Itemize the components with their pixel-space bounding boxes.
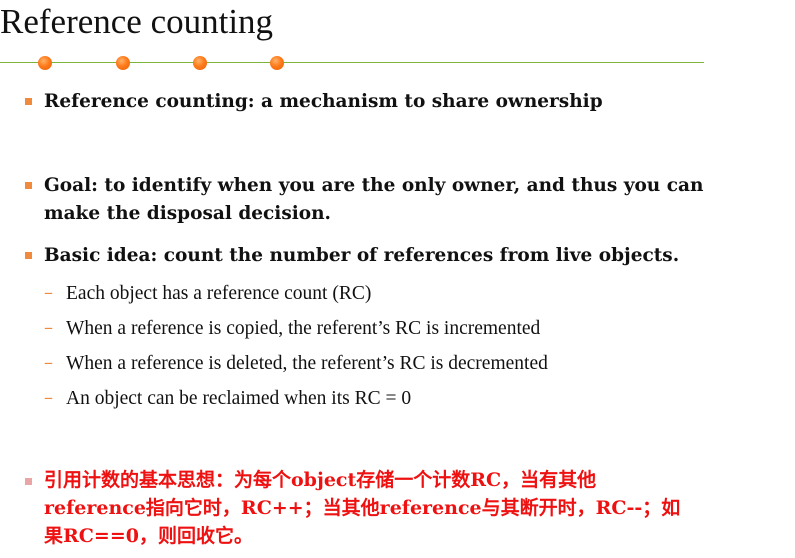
bullet-square-icon xyxy=(25,182,32,189)
bullet-square-icon xyxy=(25,478,32,485)
sub-bullet-dash-icon: – xyxy=(44,352,53,373)
bullet-text: Reference counting: a mechanism to share… xyxy=(44,91,603,112)
sub-item-text: When a reference is deleted, the referen… xyxy=(66,353,548,374)
decorative-dot xyxy=(116,56,130,70)
decorative-dot xyxy=(270,56,284,70)
sub-bullet-dash-icon: – xyxy=(44,317,53,338)
note-line: reference指向它时，RC++；当其他reference与其断开时，RC-… xyxy=(44,497,681,519)
sub-bullet-dash-icon: – xyxy=(44,387,53,408)
bullet-square-icon xyxy=(25,252,32,259)
note-line: 果RC==0，则回收它。 xyxy=(44,525,253,547)
decorative-dot xyxy=(38,56,52,70)
sub-bullet-dash-icon: – xyxy=(44,282,53,303)
bullet-text-continuation: make the disposal decision. xyxy=(44,203,331,224)
sub-item-text: When a reference is copied, the referent… xyxy=(66,318,541,339)
slide-title: Reference counting xyxy=(0,2,274,41)
bullet-text: Goal: to identify when you are the only … xyxy=(44,175,704,196)
bullet-square-icon xyxy=(25,98,32,105)
title-divider xyxy=(0,62,704,63)
decorative-dot xyxy=(193,56,207,70)
sub-item-text: Each object has a reference count (RC) xyxy=(66,283,372,304)
bullet-text: Basic idea: count the number of referenc… xyxy=(44,245,680,266)
chinese-note: 引用计数的基本思想：为每个object存储一个计数RC，当有其他 referen… xyxy=(44,466,784,550)
sub-item-text: An object can be reclaimed when its RC =… xyxy=(66,388,412,409)
note-line: 引用计数的基本思想：为每个object存储一个计数RC，当有其他 xyxy=(44,469,597,491)
